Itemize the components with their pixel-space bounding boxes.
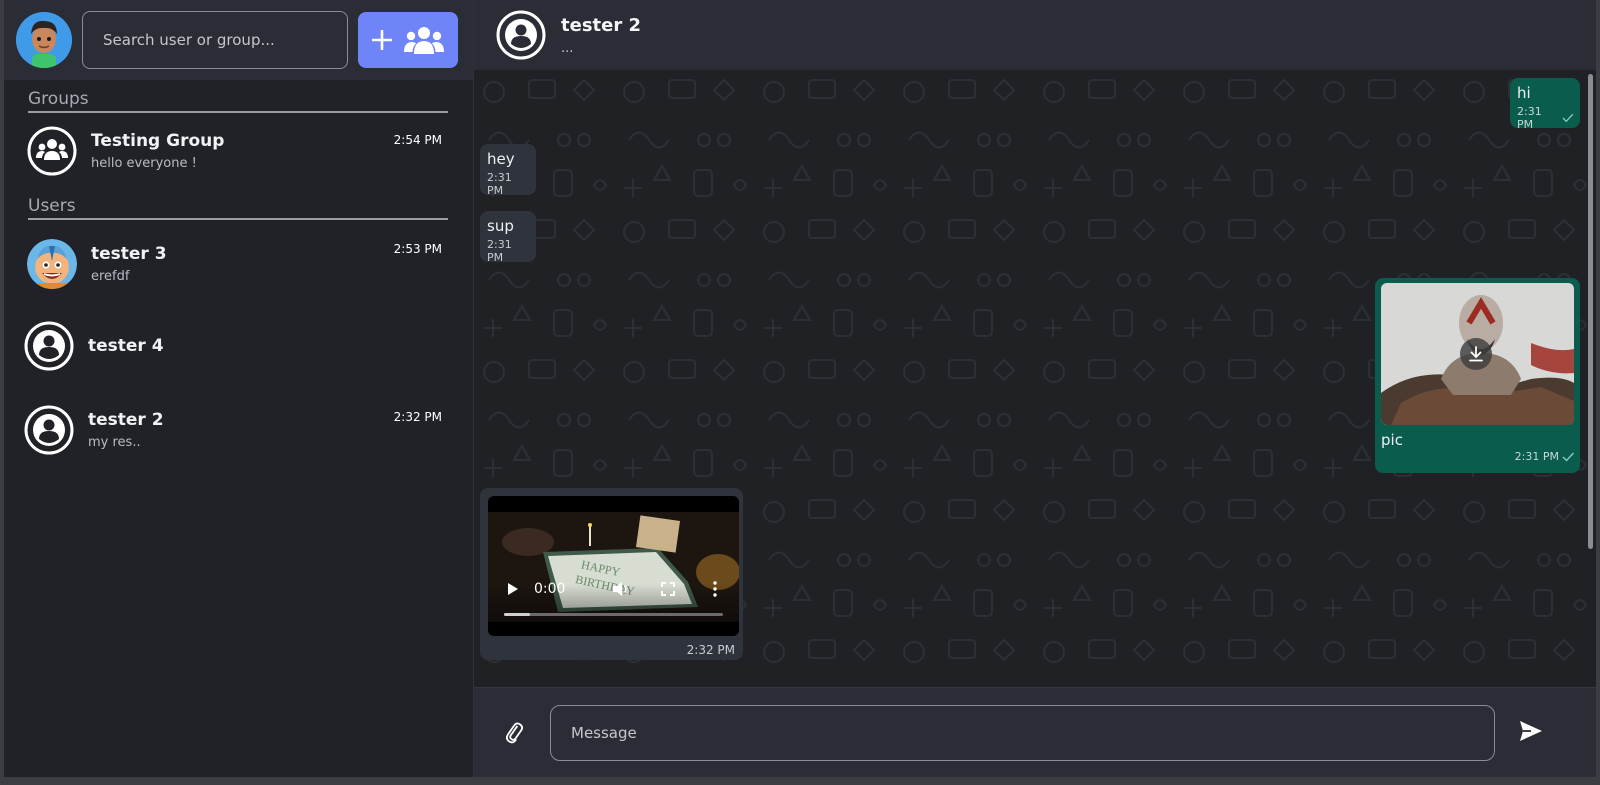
volume-icon[interactable] — [612, 581, 630, 597]
chat-header[interactable]: tester 2 ... — [474, 0, 1596, 70]
contact-name: tester 2 — [561, 14, 642, 36]
message-outgoing[interactable]: hi 2:31 PM — [1510, 78, 1580, 131]
new-group-button[interactable] — [358, 12, 458, 68]
message-time: 2:31 PM — [487, 238, 512, 264]
fullscreen-icon[interactable] — [661, 582, 675, 596]
message-incoming-video[interactable]: HAPPY BIRTHDAY 0:00 2:32 PM — [480, 488, 743, 660]
download-button[interactable] — [1460, 338, 1492, 370]
user-avatar-photo — [27, 239, 77, 289]
message-incoming[interactable]: sup 2:31 PM — [480, 211, 536, 264]
group-icon — [27, 126, 77, 176]
groups-section-title: Groups — [28, 84, 448, 113]
user-icon — [24, 405, 74, 455]
video-current-time: 0:00 — [534, 581, 566, 597]
chat-app: Groups Testing Group hello everyone ! 2:… — [4, 0, 1596, 781]
message-incoming[interactable]: hey 2:31 PM — [480, 144, 536, 197]
chat-name: tester 4 — [88, 336, 164, 356]
chat-preview: hello everyone ! — [91, 156, 197, 171]
play-icon[interactable] — [506, 582, 520, 596]
message-scrollbar[interactable] — [1588, 74, 1593, 549]
sidebar-header — [4, 0, 473, 80]
send-icon — [1520, 720, 1542, 741]
video-player[interactable]: HAPPY BIRTHDAY 0:00 — [488, 496, 739, 636]
message-list[interactable]: hi 2:31 PM hey 2:31 PM sup 2:31 PM pic 2… — [474, 70, 1596, 687]
message-text: pic — [1381, 431, 1403, 449]
contact-avatar-icon[interactable] — [496, 10, 546, 60]
video-progress-track[interactable] — [504, 613, 723, 616]
send-button[interactable] — [1519, 720, 1543, 746]
message-text: hey — [487, 150, 515, 168]
message-field[interactable] — [550, 704, 1495, 761]
chat-preview: my res.. — [88, 435, 141, 450]
message-time: 2:31 PM — [1514, 450, 1559, 463]
read-check-icon — [1562, 113, 1573, 123]
chat-time: 2:54 PM — [393, 133, 442, 147]
message-input[interactable] — [571, 723, 1494, 742]
search-input[interactable] — [103, 31, 347, 49]
message-composer — [474, 687, 1596, 777]
users-section-title: Users — [28, 191, 448, 220]
message-text: hi — [1517, 84, 1531, 102]
user-item-tester-4[interactable]: tester 4 — [4, 308, 473, 384]
search-field[interactable] — [82, 11, 348, 69]
contact-status: ... — [561, 40, 574, 56]
group-item-testing-group[interactable]: Testing Group hello everyone ! 2:54 PM — [4, 113, 473, 189]
user-item-tester-3[interactable]: tester 3 erefdf 2:53 PM — [4, 220, 473, 308]
chat-name: Testing Group — [91, 131, 225, 151]
plus-icon — [372, 30, 392, 50]
message-time: 2:31 PM — [1517, 105, 1542, 131]
my-avatar[interactable] — [16, 12, 72, 68]
chat-panel: tester 2 ... hi 2:31 PM hey 2:31 PM sup … — [474, 0, 1596, 777]
message-text: sup — [487, 217, 514, 235]
message-time: 2:31 PM — [487, 171, 512, 197]
chat-name: tester 3 — [91, 244, 167, 264]
message-outgoing-image[interactable]: pic 2:31 PM — [1375, 278, 1580, 473]
user-item-tester-2[interactable]: tester 2 my res.. 2:32 PM — [4, 384, 473, 476]
chat-time: 2:53 PM — [393, 242, 442, 256]
users-group-icon — [404, 27, 444, 54]
chat-time: 2:32 PM — [393, 410, 442, 424]
chat-name: tester 2 — [88, 410, 164, 430]
attach-button[interactable] — [502, 720, 528, 746]
read-check-icon — [1562, 452, 1574, 462]
download-icon — [1469, 346, 1483, 362]
paperclip-icon — [505, 722, 524, 743]
user-icon — [24, 321, 74, 371]
sidebar: Groups Testing Group hello everyone ! 2:… — [4, 0, 474, 777]
message-image[interactable] — [1381, 283, 1574, 425]
message-time: 2:32 PM — [686, 643, 735, 657]
video-progress-fill — [504, 613, 531, 616]
more-options-icon[interactable] — [712, 581, 718, 597]
chat-preview: erefdf — [91, 269, 130, 284]
